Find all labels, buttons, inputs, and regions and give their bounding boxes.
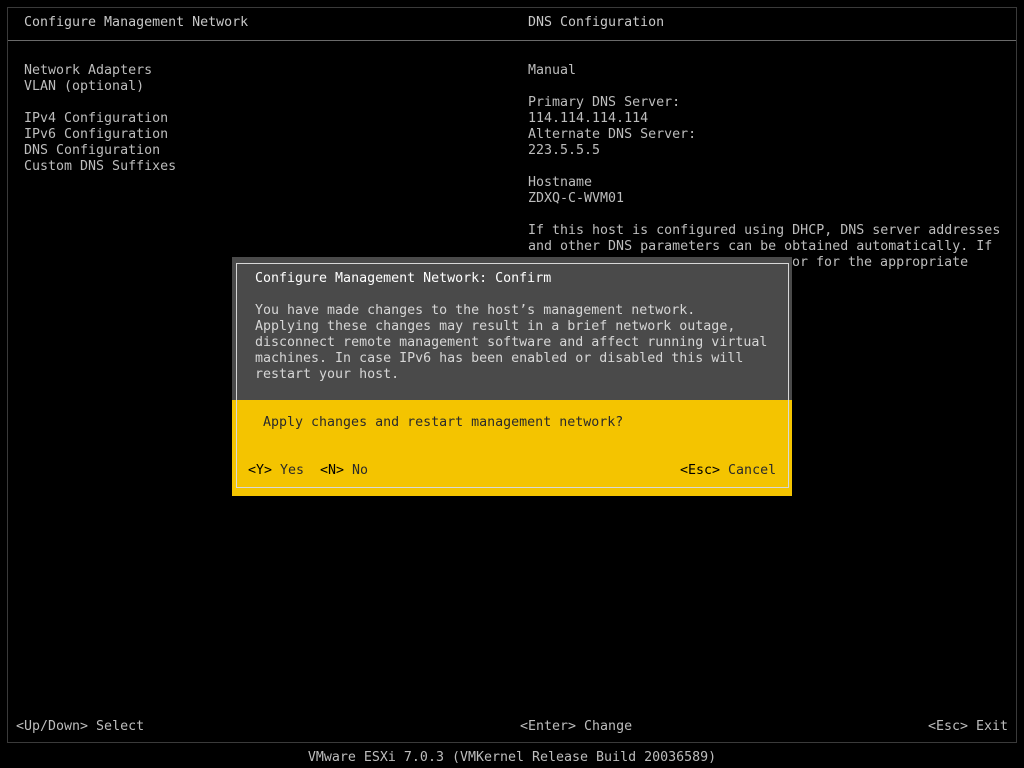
- dialog-message: You have made changes to the host’s mana…: [255, 303, 767, 383]
- yes-label: Yes: [280, 463, 305, 478]
- footer-select-hint: <Up/Down> Select: [16, 719, 145, 734]
- dns-details-panel: Manual Primary DNS Server: 114.114.114.1…: [528, 63, 1008, 271]
- yes-key: <Y>: [248, 463, 273, 478]
- config-menu: Network Adapters VLAN (optional) IPv4 Co…: [24, 63, 176, 175]
- cancel-button[interactable]: <Esc> Cancel: [680, 463, 776, 479]
- alternate-dns-value: 223.5.5.5: [528, 143, 601, 158]
- yes-button[interactable]: <Y> Yes: [248, 463, 304, 479]
- no-button[interactable]: <N> No: [320, 463, 368, 479]
- help-text-line: If this host is configured using DHCP, D…: [528, 223, 1001, 238]
- header-divider: [8, 40, 1016, 41]
- help-text-line: and other DNS parameters can be obtained…: [528, 239, 993, 254]
- primary-dns-label: Primary DNS Server:: [528, 95, 681, 110]
- dialog-question: Apply changes and restart management net…: [263, 415, 624, 430]
- footer-exit-hint: <Esc> Exit: [928, 719, 1009, 734]
- dialog-message-line: restart your host.: [255, 367, 400, 382]
- menu-item-ipv4[interactable]: IPv4 Configuration: [24, 111, 176, 127]
- hostname-value: ZDXQ-C-WVM01: [528, 191, 625, 206]
- menu-item-ipv6[interactable]: IPv6 Configuration: [24, 127, 176, 143]
- footer-change-hint: <Enter> Change: [520, 719, 633, 734]
- confirm-dialog: Configure Management Network: Confirm Yo…: [232, 257, 792, 496]
- status-bar: VMware ESXi 7.0.3 (VMKernel Release Buil…: [307, 750, 717, 765]
- alternate-dns-label: Alternate DNS Server:: [528, 127, 697, 142]
- primary-dns-value: 114.114.114.114: [528, 111, 649, 126]
- cancel-key: <Esc>: [680, 463, 721, 478]
- menu-item-vlan[interactable]: VLAN (optional): [24, 79, 176, 95]
- no-key: <N>: [320, 463, 345, 478]
- panel-title: DNS Configuration: [528, 15, 665, 30]
- menu-item-dns[interactable]: DNS Configuration: [24, 143, 176, 159]
- cancel-label: Cancel: [728, 463, 777, 478]
- hostname-label: Hostname: [528, 175, 593, 190]
- menu-item-custom-dns-suffixes[interactable]: Custom DNS Suffixes: [24, 159, 176, 175]
- dns-mode: Manual: [528, 63, 577, 78]
- no-label: No: [352, 463, 369, 478]
- menu-item-network-adapters[interactable]: Network Adapters: [24, 63, 176, 79]
- dialog-message-line: machines. In case IPv6 has been enabled …: [255, 351, 744, 366]
- dialog-message-line: You have made changes to the host’s mana…: [255, 303, 696, 318]
- dialog-message-line: disconnect remote management software an…: [255, 335, 768, 350]
- dialog-title: Configure Management Network: Confirm: [255, 271, 552, 286]
- dialog-message-line: Applying these changes may result in a b…: [255, 319, 736, 334]
- screen-title: Configure Management Network: [24, 15, 249, 30]
